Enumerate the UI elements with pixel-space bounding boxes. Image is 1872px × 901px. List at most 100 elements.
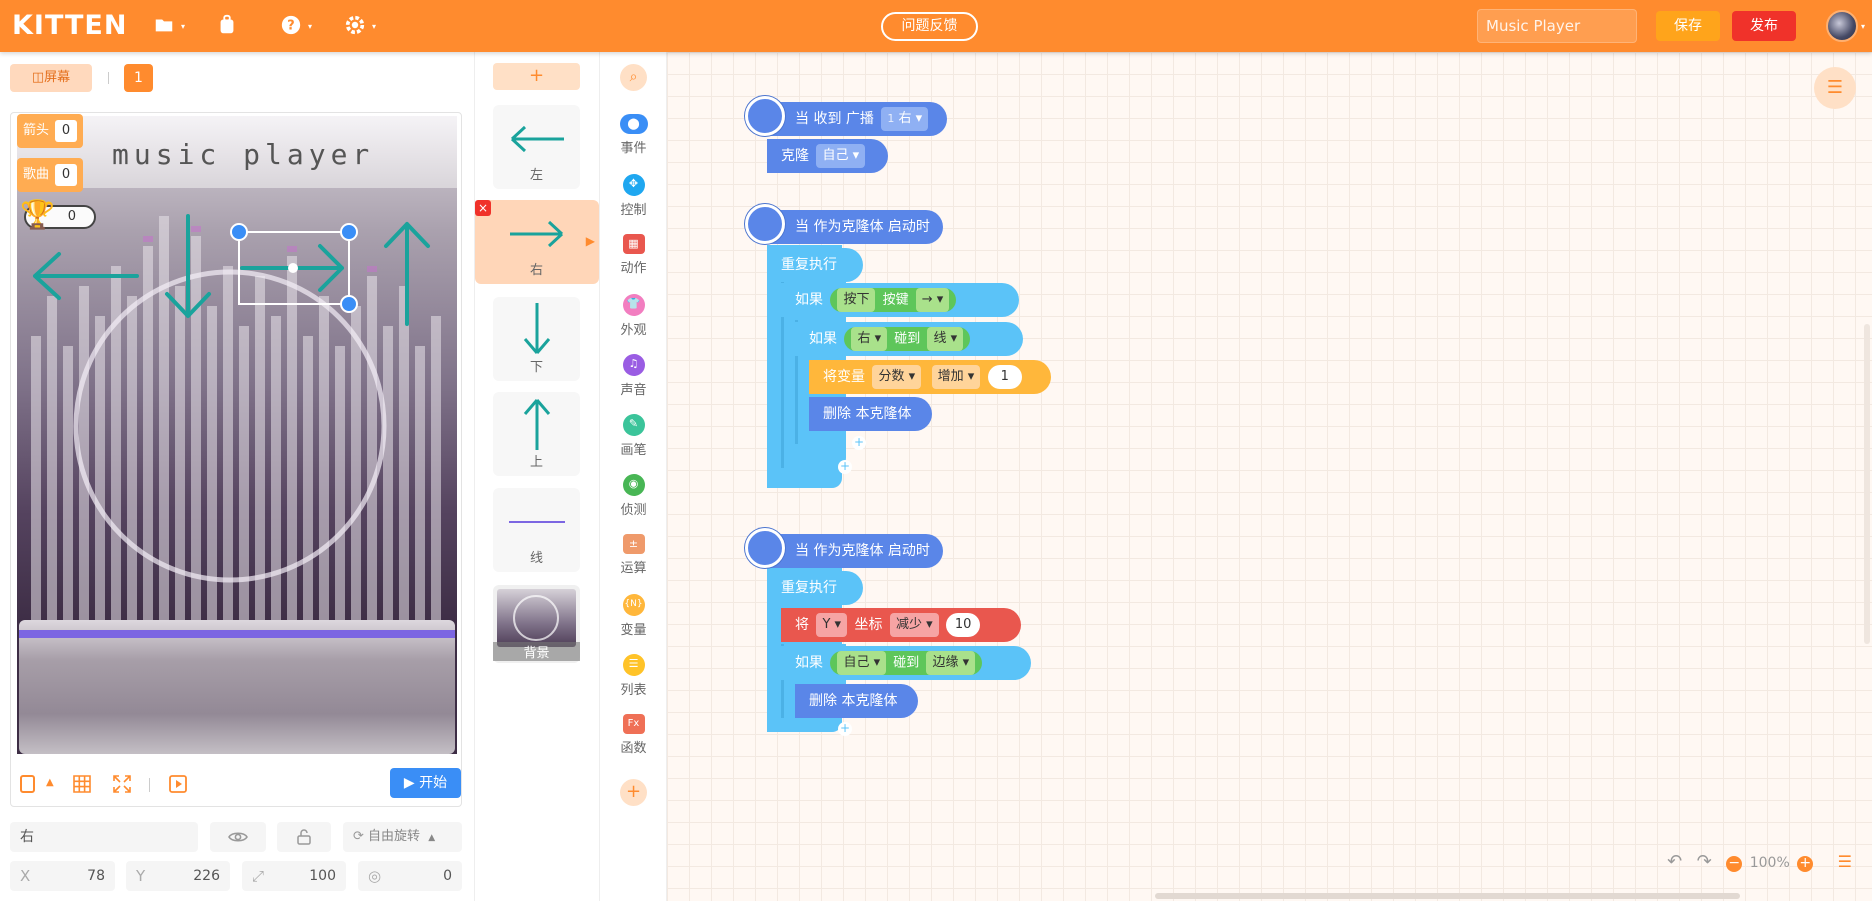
visibility-toggle[interactable]	[210, 822, 266, 852]
code-workspace[interactable]: ☰ 当 收到 广播 1 右 ▾ 克隆 自己 ▾ 当 作为克隆体 启动时 重复执行…	[667, 52, 1872, 901]
sprite-item-down[interactable]: 下	[493, 297, 580, 381]
start-button[interactable]: ▶ 开始	[390, 768, 461, 798]
clone-block[interactable]: 克隆 自己 ▾	[767, 139, 888, 173]
sprite-name-input[interactable]: 右	[10, 822, 198, 852]
add-block-icon[interactable]: +	[838, 460, 852, 474]
hat-block-clone-start[interactable]: 当 作为克隆体 启动时	[745, 204, 943, 244]
if-touching-block[interactable]: 如果 右 ▾ 碰到 线 ▾	[795, 322, 1023, 356]
redo-icon[interactable]: ↷	[1697, 851, 1712, 872]
close-icon[interactable]: ×	[475, 200, 491, 216]
settings-menu-icon[interactable]: ▾	[344, 14, 376, 38]
add-sprite-button[interactable]: +	[493, 63, 580, 90]
category-functions[interactable]: Fx 函数	[600, 714, 667, 756]
touching-condition[interactable]: 右 ▾ 碰到 线 ▾	[844, 327, 971, 351]
stage-size-icon[interactable]	[18, 774, 40, 796]
zoom-in-icon[interactable]: +	[1797, 856, 1814, 872]
size-field[interactable]: ⤢ 100	[242, 861, 346, 891]
change-y-block[interactable]: 将 Y ▾ 坐标 减少 ▾ 10	[781, 608, 1021, 642]
hat-block-receive-broadcast[interactable]: 当 收到 广播 1 右 ▾	[745, 96, 947, 136]
delete-clone-block[interactable]: 删除 本克隆体	[809, 397, 932, 431]
variable-monitor-song[interactable]: 歌曲 0	[17, 158, 84, 192]
category-sound[interactable]: ♫ 声音	[600, 354, 667, 398]
arrow-right-icon	[510, 220, 564, 248]
looks-icon: 👕	[622, 294, 645, 316]
grid-icon[interactable]	[72, 774, 94, 796]
file-menu-icon[interactable]: ▾	[153, 14, 185, 38]
eye-icon	[228, 832, 248, 842]
lock-toggle[interactable]	[277, 822, 331, 852]
clone-start-icon	[745, 528, 785, 568]
unlock-icon	[297, 829, 311, 845]
line-icon	[509, 521, 565, 523]
add-block-icon[interactable]: +	[838, 722, 852, 736]
hat-block-clone-start-2[interactable]: 当 作为克隆体 启动时	[745, 528, 943, 568]
axis-dropdown[interactable]: Y ▾	[816, 613, 848, 637]
functions-icon: Fx	[622, 714, 645, 734]
direction-field[interactable]: ◎ 0	[358, 861, 462, 891]
change-variable-block[interactable]: 将变量 分数 ▾ 增加 ▾ 1	[809, 360, 1051, 394]
amount-input[interactable]: 1	[987, 365, 1022, 389]
chevron-up-icon[interactable]: ▲	[46, 777, 54, 788]
rotate-handle-icon	[340, 223, 358, 241]
variables-icon: {N}	[622, 594, 645, 616]
sprite-item-right[interactable]: × ▶ 右	[475, 200, 599, 284]
category-events[interactable]: ⬤ 事件	[600, 114, 667, 156]
sprite-item-line[interactable]: 线	[493, 488, 580, 572]
chevron-down-icon[interactable]: ▾	[1861, 22, 1865, 31]
sprite-item-up[interactable]: 上	[493, 392, 580, 476]
if-key-pressed-block[interactable]: 如果 按下 按键 → ▾	[781, 283, 1019, 317]
amount-input[interactable]: 10	[946, 613, 981, 637]
avatar[interactable]	[1826, 10, 1858, 42]
category-motion[interactable]: ▦ 动作	[600, 234, 667, 276]
publish-button[interactable]: 发布	[1732, 11, 1796, 41]
if-touching-edge-block[interactable]: 如果 自己 ▾ 碰到 边缘 ▾	[781, 646, 1031, 680]
screen-number-tab[interactable]: 1	[124, 64, 153, 92]
add-extension-button[interactable]: +	[620, 779, 647, 806]
forever-block[interactable]: 重复执行	[767, 248, 863, 282]
category-operators[interactable]: ± 运算	[600, 534, 667, 576]
workspace-search-icon[interactable]: ☰	[1814, 67, 1856, 109]
save-button[interactable]: 保存	[1656, 11, 1720, 41]
operation-dropdown[interactable]: 增加 ▾	[931, 365, 981, 389]
category-pen[interactable]: ✎ 画笔	[600, 414, 667, 458]
category-looks[interactable]: 👕 外观	[600, 294, 667, 338]
arrow-up-icon	[384, 222, 430, 326]
clone-target-dropdown[interactable]: 自己 ▾	[816, 144, 866, 168]
feedback-button[interactable]: 问题反馈	[881, 12, 978, 41]
backpack-icon[interactable]	[216, 14, 246, 38]
variable-monitor-arrow[interactable]: 箭头 0	[17, 114, 84, 148]
add-block-icon[interactable]: +	[852, 436, 866, 450]
chevron-up-icon: ▲	[428, 833, 436, 843]
record-icon[interactable]	[168, 774, 190, 796]
fullscreen-icon[interactable]	[112, 774, 134, 796]
coord-op-dropdown[interactable]: 减少 ▾	[889, 613, 939, 637]
category-variables[interactable]: {N} 变量	[600, 594, 667, 638]
screen-button[interactable]: ◫屏幕	[10, 64, 92, 92]
category-control[interactable]: ✥ 控制	[600, 174, 667, 218]
horizontal-scrollbar[interactable]	[1155, 893, 1740, 899]
zoom-out-icon[interactable]: −	[1726, 856, 1743, 872]
arrange-icon[interactable]: ☰	[1838, 852, 1852, 871]
y-field[interactable]: Y 226	[126, 861, 230, 891]
forever-block-2[interactable]: 重复执行	[767, 571, 863, 605]
vertical-scrollbar[interactable]	[1864, 324, 1870, 644]
size-icon: ⤢	[252, 867, 265, 885]
x-field[interactable]: X 78	[10, 861, 115, 891]
sprite-item-background[interactable]: 背景	[493, 585, 580, 663]
sprite-item-left[interactable]: 左	[493, 105, 580, 189]
broadcast-dropdown[interactable]: 1 右 ▾	[881, 107, 929, 131]
project-name-input[interactable]: Music Player	[1477, 9, 1637, 43]
rotate-icon: ⟳	[353, 829, 364, 844]
category-lists[interactable]: ☰ 列表	[600, 654, 667, 698]
key-pressed-condition[interactable]: 按下 按键 → ▾	[830, 288, 957, 312]
touching-edge-condition[interactable]: 自己 ▾ 碰到 边缘 ▾	[830, 651, 983, 675]
search-icon[interactable]: ⌕	[620, 64, 647, 91]
delete-clone-block-2[interactable]: 删除 本克隆体	[795, 684, 918, 718]
category-sensing[interactable]: ◉ 侦测	[600, 474, 667, 518]
rotation-mode-select[interactable]: ⟳ 自由旋转 ▲	[343, 822, 462, 852]
help-menu-icon[interactable]: ? ▾	[280, 14, 312, 38]
kitten-logo[interactable]: KITTEN	[12, 10, 127, 41]
arrow-left-icon	[33, 252, 139, 300]
undo-icon[interactable]: ↶	[1667, 851, 1682, 872]
variable-dropdown[interactable]: 分数 ▾	[872, 365, 922, 389]
